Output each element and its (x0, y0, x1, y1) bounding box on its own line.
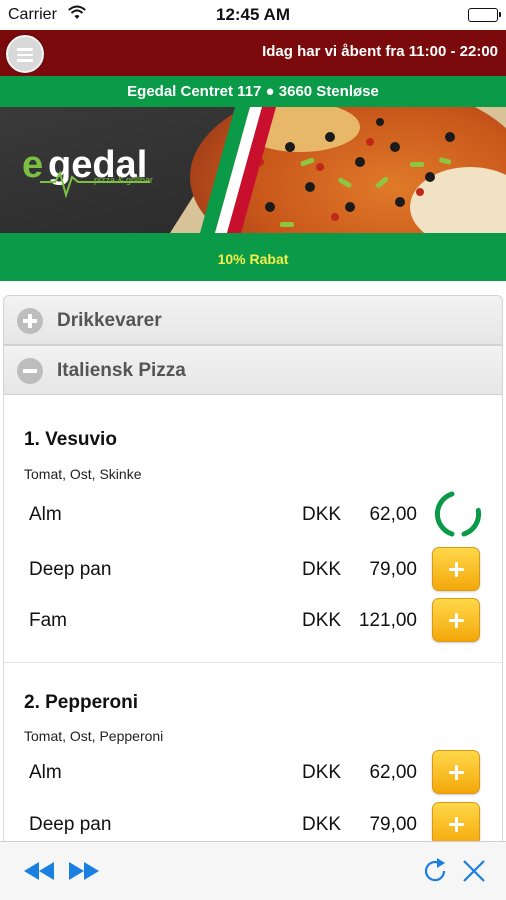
category-label: Drikkevarer (57, 310, 162, 331)
discount-label: 10% Rabat (217, 251, 289, 267)
currency-label: DKK (302, 814, 342, 835)
hamburger-menu-button[interactable] (6, 35, 44, 73)
size-label: Fam (29, 610, 67, 631)
plus-circle-icon (17, 308, 43, 334)
close-icon[interactable] (461, 858, 487, 884)
menu-list: Drikkevarer Italiensk Pizza 1. Vesuvio T… (0, 281, 506, 841)
item-divider (4, 662, 502, 663)
size-label: Deep pan (29, 814, 112, 835)
currency-label: DKK (302, 504, 342, 525)
add-to-cart-button[interactable] (432, 802, 480, 841)
discount-banner[interactable]: 10% Rabat (0, 233, 506, 281)
bottom-toolbar (0, 841, 506, 900)
add-to-cart-button[interactable] (432, 598, 480, 642)
refresh-icon[interactable] (422, 857, 450, 885)
restaurant-banner: e gedal pizza & grillbar (0, 107, 506, 233)
fast-forward-icon[interactable] (67, 859, 101, 883)
price-value: 79,00 (369, 814, 417, 835)
battery-icon (468, 8, 501, 22)
currency-label: DKK (302, 559, 342, 580)
item-name: 2. Pepperoni (24, 692, 139, 713)
item-description: Tomat, Ost, Pepperoni (24, 728, 164, 744)
price-value: 121,00 (358, 610, 417, 631)
currency-label: DKK (302, 762, 342, 783)
size-label: Deep pan (29, 559, 112, 580)
loading-spinner-icon (434, 491, 482, 537)
category-items: 1. Vesuvio Tomat, Ost, Skinke Alm DKK 62… (3, 395, 503, 841)
size-label: Alm (29, 504, 62, 525)
status-bar: Carrier 12:45 AM (0, 0, 506, 30)
rewind-icon[interactable] (22, 859, 56, 883)
status-time: 12:45 AM (215, 5, 290, 24)
svg-text:e: e (22, 144, 43, 186)
address-bar: Egedal Centret 117 ● 3660 Stenløse (0, 76, 506, 107)
add-to-cart-button[interactable] (432, 750, 480, 794)
size-label: Alm (29, 762, 62, 783)
minus-circle-icon (17, 358, 43, 384)
price-value: 62,00 (369, 762, 417, 783)
currency-label: DKK (302, 610, 342, 631)
logo-subtitle: pizza & grillbar (94, 175, 153, 185)
item-description: Tomat, Ost, Skinke (24, 466, 142, 482)
price-value: 62,00 (369, 504, 417, 525)
category-italiensk-pizza[interactable]: Italiensk Pizza (3, 345, 503, 395)
category-label: Italiensk Pizza (57, 360, 186, 381)
price-value: 79,00 (369, 559, 417, 580)
category-drikkevarer[interactable]: Drikkevarer (3, 295, 503, 345)
item-name: 1. Vesuvio (24, 429, 117, 450)
opening-hours: Idag har vi åbent fra 11:00 - 22:00 (262, 43, 498, 60)
add-to-cart-button[interactable] (432, 547, 480, 591)
top-bar: Idag har vi åbent fra 11:00 - 22:00 (0, 30, 506, 76)
